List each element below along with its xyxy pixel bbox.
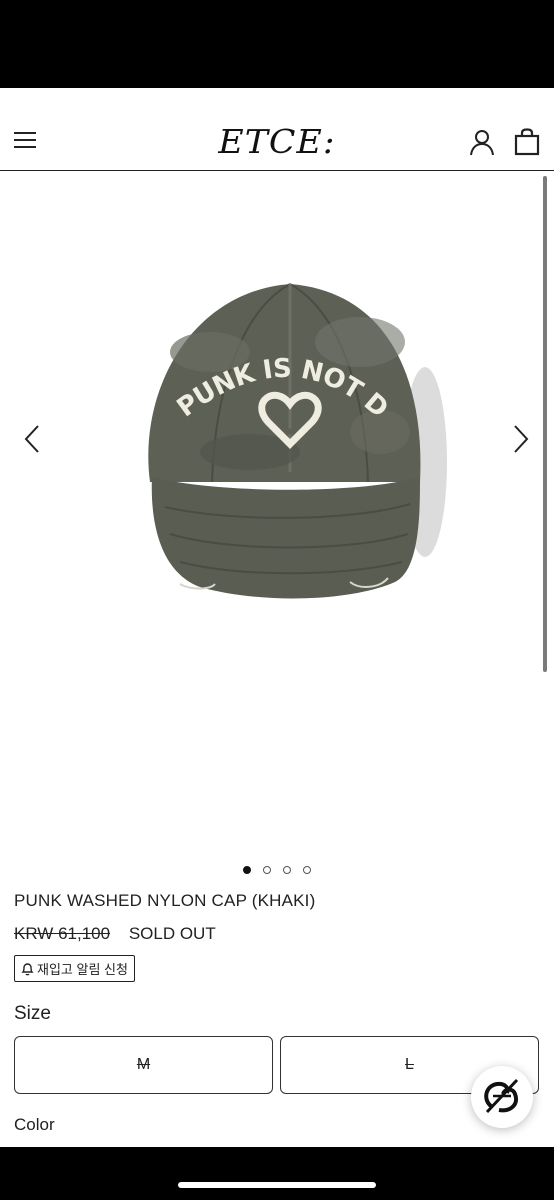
image-scrollbar[interactable] [543, 176, 547, 672]
product-title: PUNK WASHED NYLON CAP (KHAKI) [14, 891, 316, 910]
pagination-dot[interactable] [263, 866, 271, 874]
chevron-right-icon[interactable] [509, 422, 533, 456]
size-option-label: M [136, 1056, 151, 1073]
price-row: KRW 61,100 SOLD OUT [14, 924, 216, 944]
product-image-gallery[interactable]: PUNK IS NOT DEAD [0, 172, 554, 852]
chevron-left-icon[interactable] [20, 422, 44, 456]
restock-alert-button[interactable]: 재입고 알림 신청 [14, 955, 135, 982]
home-indicator[interactable] [178, 1182, 376, 1188]
product-image-cap: PUNK IS NOT DEAD [120, 272, 447, 599]
user-icon[interactable] [468, 128, 496, 156]
size-label: Size [14, 1003, 51, 1024]
original-price: KRW 61,100 [14, 924, 111, 943]
status-bar [0, 0, 554, 88]
pagination-dot[interactable] [303, 866, 311, 874]
brand-chat-button[interactable] [471, 1066, 533, 1128]
size-option-m[interactable]: M [14, 1036, 273, 1094]
pagination-dot[interactable] [283, 866, 291, 874]
site-header: ETCE: [0, 88, 554, 171]
restock-alert-label: 재입고 알림 신청 [37, 962, 128, 977]
sold-out-status: SOLD OUT [128, 924, 216, 943]
gallery-pagination [0, 866, 554, 874]
shopping-bag-icon[interactable] [513, 128, 541, 156]
bell-icon [21, 962, 34, 975]
bottom-bar [0, 1147, 554, 1200]
size-option-label: L [405, 1056, 414, 1073]
color-label: Color [14, 1115, 55, 1134]
brand-emblem-icon [484, 1078, 519, 1114]
pagination-dot[interactable] [243, 866, 251, 874]
